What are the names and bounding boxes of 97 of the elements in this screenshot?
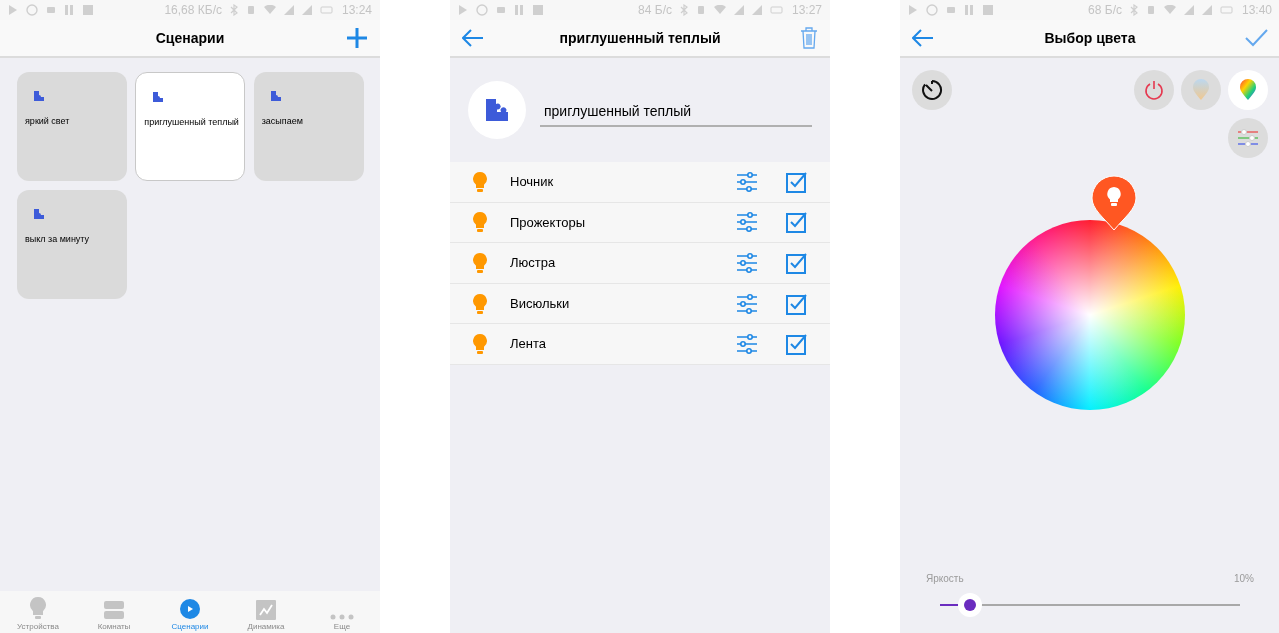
device-row[interactable]: Ночник: [450, 162, 830, 203]
slider-thumb[interactable]: [958, 593, 982, 617]
more-icon: [330, 614, 354, 620]
nav-tab[interactable]: Комнаты: [76, 591, 152, 633]
device-name: Висюльки: [510, 294, 571, 313]
puzzle-icon: [33, 208, 45, 220]
chart-icon: [256, 600, 276, 620]
pause-icon: [64, 4, 74, 16]
checkbox[interactable]: [786, 292, 808, 315]
pause-icon: [964, 4, 974, 16]
back-arrow-icon[interactable]: [912, 29, 934, 47]
device-name: Лента: [510, 335, 547, 354]
settings-sliders-icon[interactable]: [736, 293, 758, 314]
signal-icon: [283, 5, 294, 15]
signal-icon: [1183, 5, 1194, 15]
bluetooth-icon: [229, 4, 238, 16]
device-name: Люстра: [510, 254, 557, 273]
scene-card[interactable]: выкл за минуту: [17, 190, 127, 299]
scene-label: яркий свет: [25, 116, 70, 128]
scene-label: приглушенный теплый: [144, 117, 239, 129]
device-row[interactable]: Прожекторы: [450, 202, 830, 244]
stacked-rectangles-icon: [103, 600, 125, 620]
settings-sliders-icon[interactable]: [736, 171, 758, 192]
brightness-label: Яркость: [926, 572, 964, 586]
bluetooth-icon: [1129, 4, 1138, 16]
play-icon: [908, 4, 918, 16]
color-mode-button[interactable]: [1228, 70, 1268, 110]
play-icon: [8, 4, 18, 16]
puzzle-icon: [485, 98, 509, 122]
brightness-slider[interactable]: [940, 592, 1240, 618]
image-icon: [532, 4, 544, 16]
checkbox[interactable]: [786, 211, 808, 234]
image-icon: [82, 4, 94, 16]
puzzle-icon: [269, 90, 282, 102]
settings-sliders-icon[interactable]: [736, 253, 758, 273]
sliders-icon: [1237, 129, 1259, 147]
scene-card[interactable]: приглушенный теплый: [135, 72, 246, 181]
checkmark-icon[interactable]: [1244, 28, 1268, 48]
brightness-value: 10%: [1234, 572, 1254, 586]
puzzle-icon: [152, 91, 165, 103]
add-icon[interactable]: [346, 27, 368, 49]
signal-icon: [1201, 5, 1212, 15]
scene-card[interactable]: яркий свет: [17, 72, 127, 181]
bulb-icon: [472, 292, 488, 315]
device-name: Ночник: [510, 173, 555, 192]
nav-tab[interactable]: Устройства: [0, 591, 76, 633]
bluetooth-icon: [679, 4, 688, 16]
power-icon: [1144, 80, 1164, 100]
signal-icon: [301, 5, 312, 15]
signal-icon: [751, 5, 762, 15]
settings-sliders-icon[interactable]: [736, 212, 758, 233]
rgb-sliders-button[interactable]: [1228, 118, 1268, 158]
circle-icon: [476, 4, 488, 16]
device-row[interactable]: Висюльки: [450, 283, 830, 325]
name-field[interactable]: приглушенный теплый: [540, 97, 812, 127]
bulb-icon: [472, 170, 488, 193]
nav-tab[interactable]: Еще: [304, 591, 380, 633]
power-button[interactable]: [1134, 70, 1174, 110]
checkbox[interactable]: [786, 252, 808, 274]
scene-card[interactable]: засыпаем: [253, 72, 364, 181]
device-row[interactable]: Люстра: [450, 243, 830, 284]
screen-title: Сценарии: [154, 28, 226, 48]
screen-title: Выбор цвета: [1043, 28, 1137, 48]
bulb-icon: [472, 252, 488, 274]
wifi-icon: [1163, 5, 1176, 15]
back-arrow-icon[interactable]: [462, 29, 484, 47]
circle-icon: [926, 4, 938, 16]
wifi-icon: [263, 5, 276, 15]
play-icon: [458, 4, 468, 16]
timer-icon: [921, 79, 943, 101]
wifi-icon: [713, 5, 726, 15]
bulb-icon: [472, 333, 488, 356]
color-picker-marker[interactable]: [1091, 175, 1137, 231]
trash-icon[interactable]: [800, 27, 818, 49]
gradient-drop-icon: [1239, 79, 1257, 101]
image-icon: [982, 4, 994, 16]
bulb-icon: [472, 211, 488, 234]
nav-tab[interactable]: Сценарии: [152, 591, 228, 633]
signal-icon: [733, 5, 744, 15]
bulb-icon: [29, 596, 47, 620]
timer-button[interactable]: [912, 70, 952, 110]
battery-icon: [319, 5, 334, 15]
circle-icon: [26, 4, 38, 16]
scene-label: выкл за минуту: [25, 234, 90, 246]
pause-icon: [514, 4, 524, 16]
device-name: Прожекторы: [510, 213, 587, 232]
scene-label: засыпаем: [261, 116, 303, 128]
checkbox[interactable]: [786, 333, 808, 356]
device-row[interactable]: Лента: [450, 324, 830, 365]
puzzle-icon: [33, 90, 45, 102]
battery-icon: [1219, 5, 1234, 15]
checkbox[interactable]: [786, 170, 808, 193]
battery-icon: [769, 5, 784, 15]
drop-icon: [1192, 79, 1210, 101]
settings-sliders-icon[interactable]: [736, 334, 758, 355]
play-icon: [179, 598, 201, 620]
screen-title: приглушенный теплый: [558, 28, 722, 48]
